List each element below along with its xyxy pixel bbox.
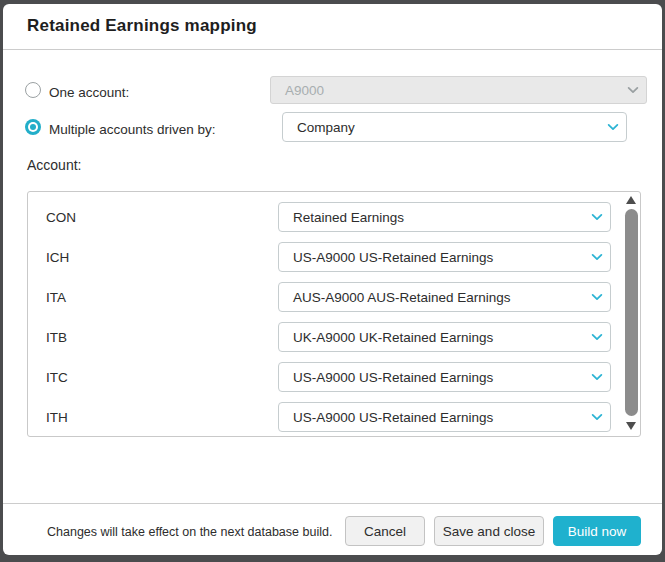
scrollbar-up-arrow[interactable]	[626, 196, 636, 204]
account-select[interactable]: US-A9000 US-Retained Earnings	[278, 242, 611, 272]
chevron-down-icon	[584, 330, 610, 344]
save-and-close-button[interactable]: Save and close	[434, 516, 544, 546]
account-select-value: US-A9000 US-Retained Earnings	[279, 410, 584, 425]
account-section-label: Account:	[27, 157, 81, 173]
account-mapping-panel: CON Retained Earnings ICH US-A9000 US-Re…	[27, 191, 641, 437]
account-row: ITB UK-A9000 UK-Retained Earnings	[28, 322, 640, 352]
entity-code-label: CON	[46, 210, 76, 225]
retained-earnings-mapping-dialog: Retained Earnings mapping One account: A…	[3, 4, 662, 555]
entity-code-label: ITA	[46, 290, 66, 305]
one-account-select-value: A9000	[271, 83, 620, 98]
account-row: ITA AUS-A9000 AUS-Retained Earnings	[28, 282, 640, 312]
account-select-value: US-A9000 US-Retained Earnings	[279, 250, 584, 265]
account-row: ITC US-A9000 US-Retained Earnings	[28, 362, 640, 392]
account-select[interactable]: US-A9000 US-Retained Earnings	[278, 362, 611, 392]
dialog-title: Retained Earnings mapping	[27, 16, 257, 36]
footer-divider	[3, 503, 662, 504]
entity-code-label: ITB	[46, 330, 67, 345]
account-select-value: UK-A9000 UK-Retained Earnings	[279, 330, 584, 345]
chevron-down-icon	[620, 83, 646, 97]
screen: { "dialog": { "title": "Retained Earning…	[0, 0, 665, 562]
driven-by-select-value: Company	[283, 120, 600, 135]
multiple-accounts-radio[interactable]	[25, 119, 41, 135]
driven-by-select[interactable]: Company	[282, 112, 627, 142]
one-account-select[interactable]: A9000	[270, 76, 647, 104]
cancel-button[interactable]: Cancel	[345, 516, 425, 546]
scrollbar-thumb[interactable]	[625, 209, 638, 416]
account-select-value: AUS-A9000 AUS-Retained Earnings	[279, 290, 584, 305]
account-row: ITH US-A9000 US-Retained Earnings	[28, 402, 640, 432]
multiple-accounts-label: Multiple accounts driven by:	[49, 122, 216, 137]
account-select-value: US-A9000 US-Retained Earnings	[279, 370, 584, 385]
chevron-down-icon	[584, 290, 610, 304]
chevron-down-icon	[584, 250, 610, 264]
build-now-button[interactable]: Build now	[553, 516, 641, 546]
chevron-down-icon	[584, 210, 610, 224]
account-select[interactable]: UK-A9000 UK-Retained Earnings	[278, 322, 611, 352]
scrollbar-down-arrow[interactable]	[626, 422, 636, 430]
account-row: ICH US-A9000 US-Retained Earnings	[28, 242, 640, 272]
chevron-down-icon	[600, 120, 626, 134]
footer-note: Changes will take effect on the next dat…	[47, 525, 332, 539]
header-divider	[3, 49, 662, 50]
entity-code-label: ITH	[46, 410, 68, 425]
one-account-radio[interactable]	[25, 82, 41, 98]
one-account-label: One account:	[49, 85, 129, 100]
account-select-value: Retained Earnings	[279, 210, 584, 225]
chevron-down-icon	[584, 410, 610, 424]
entity-code-label: ITC	[46, 370, 68, 385]
entity-code-label: ICH	[46, 250, 69, 265]
account-select[interactable]: Retained Earnings	[278, 202, 611, 232]
account-select[interactable]: US-A9000 US-Retained Earnings	[278, 402, 611, 432]
chevron-down-icon	[584, 370, 610, 384]
account-row: CON Retained Earnings	[28, 202, 640, 232]
account-select[interactable]: AUS-A9000 AUS-Retained Earnings	[278, 282, 611, 312]
